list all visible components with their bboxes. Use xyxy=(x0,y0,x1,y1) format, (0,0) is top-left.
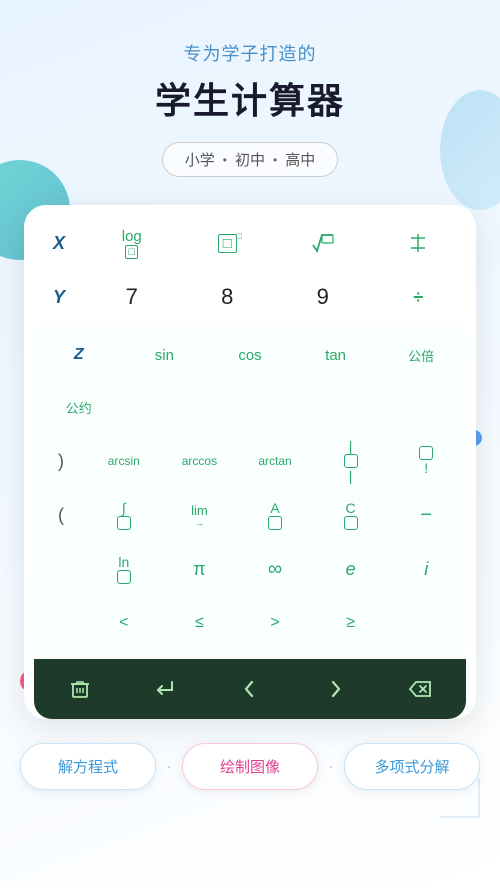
separator2: · xyxy=(328,756,334,777)
key-gcd[interactable]: 公约 xyxy=(36,381,122,433)
key-open-paren[interactable]: ( xyxy=(36,489,86,541)
level-middle: 初中 xyxy=(235,149,265,170)
key-x[interactable]: X xyxy=(34,217,84,269)
draw-graph-button[interactable]: 绘制图像 xyxy=(182,743,318,790)
polynomial-decompose-button[interactable]: 多项式分解 xyxy=(344,743,480,790)
key-right[interactable] xyxy=(292,667,377,711)
row-y-789: Y 7 8 9 ÷ xyxy=(34,271,466,323)
key-minus[interactable]: − xyxy=(388,489,464,541)
expanded-functions: Z sin cos tan 公倍 公约 ) arcsin arccos arct… xyxy=(34,325,466,655)
key-clear[interactable] xyxy=(38,667,123,711)
key-8[interactable]: 8 xyxy=(180,271,276,323)
key-empty1 xyxy=(36,543,86,595)
key-pi[interactable]: π xyxy=(162,543,238,595)
key-9[interactable]: 9 xyxy=(275,271,371,323)
key-7[interactable]: 7 xyxy=(84,271,180,323)
solve-equation-button[interactable]: 解方程式 xyxy=(20,743,156,790)
key-tan[interactable]: tan xyxy=(293,329,379,381)
key-ln[interactable]: ln xyxy=(86,543,162,595)
key-close-paren[interactable]: ) xyxy=(36,435,86,487)
row-variables-special: X log□ □□ xyxy=(34,217,466,269)
level-high: 高中 xyxy=(285,149,315,170)
key-sin[interactable]: sin xyxy=(122,329,208,381)
trig-row: Z sin cos tan 公倍 公约 xyxy=(36,329,464,433)
key-left[interactable] xyxy=(208,667,293,711)
right-arrow-icon xyxy=(327,678,343,700)
key-divide-fraction[interactable] xyxy=(371,217,467,269)
key-backspace[interactable] xyxy=(377,667,462,711)
left-arrow-icon xyxy=(242,678,258,700)
constants-row: ln π ∞ e i xyxy=(36,543,464,595)
key-i[interactable]: i xyxy=(388,543,464,595)
key-cos[interactable]: cos xyxy=(207,329,293,381)
key-lt[interactable]: < xyxy=(86,597,162,649)
dot1: • xyxy=(223,153,227,167)
trash-icon xyxy=(68,677,92,701)
key-gt[interactable]: > xyxy=(237,597,313,649)
separator1: · xyxy=(166,756,172,777)
enter-icon xyxy=(152,678,178,700)
key-divide[interactable]: ÷ xyxy=(371,271,467,323)
sqrt-icon xyxy=(309,231,337,255)
key-arccos[interactable]: arccos xyxy=(162,435,238,487)
backspace-icon xyxy=(406,678,434,700)
level-primary: 小学 xyxy=(185,149,215,170)
key-z[interactable]: Z xyxy=(36,329,122,381)
function-buttons: 解方程式 · 绘制图像 · 多项式分解 xyxy=(0,743,500,790)
header: 专为学子打造的 学生计算器 小学 • 初中 • 高中 xyxy=(0,0,500,187)
key-limit[interactable]: lim→ xyxy=(162,489,238,541)
key-e[interactable]: e xyxy=(313,543,389,595)
calculator-card: X log□ □□ Y 7 8 9 ÷ xyxy=(24,205,476,719)
key-y[interactable]: Y xyxy=(34,271,84,323)
dot2: • xyxy=(273,153,277,167)
inequality-row: < ≤ > ≥ xyxy=(36,597,464,649)
calc-funcs-row: ( ∫ lim→ A C − xyxy=(36,489,464,541)
arcfunc-row: ) arcsin arccos arctan || ! xyxy=(36,435,464,487)
key-sqrt[interactable] xyxy=(275,217,371,269)
fraction-icon xyxy=(407,232,429,254)
key-combination-c[interactable]: C xyxy=(313,489,389,541)
key-enter[interactable] xyxy=(123,667,208,711)
key-empty3 xyxy=(388,597,464,649)
key-arcsin[interactable]: arcsin xyxy=(86,435,162,487)
key-log[interactable]: log□ xyxy=(84,217,180,269)
key-abs[interactable]: || xyxy=(313,435,389,487)
key-integral[interactable]: ∫ xyxy=(86,489,162,541)
level-badge: 小学 • 初中 • 高中 xyxy=(162,142,338,177)
key-lte[interactable]: ≤ xyxy=(162,597,238,649)
key-square[interactable]: □□ xyxy=(180,217,276,269)
key-infinity[interactable]: ∞ xyxy=(237,543,313,595)
bottom-toolbar xyxy=(34,659,466,719)
main-title: 学生计算器 xyxy=(0,72,500,124)
key-empty2 xyxy=(36,597,86,649)
key-factorial[interactable]: ! xyxy=(388,435,464,487)
key-combination-a[interactable]: A xyxy=(237,489,313,541)
key-arctan[interactable]: arctan xyxy=(237,435,313,487)
key-gte[interactable]: ≥ xyxy=(313,597,389,649)
subtitle: 专为学子打造的 xyxy=(0,40,500,66)
key-lcm[interactable]: 公倍 xyxy=(378,329,464,381)
